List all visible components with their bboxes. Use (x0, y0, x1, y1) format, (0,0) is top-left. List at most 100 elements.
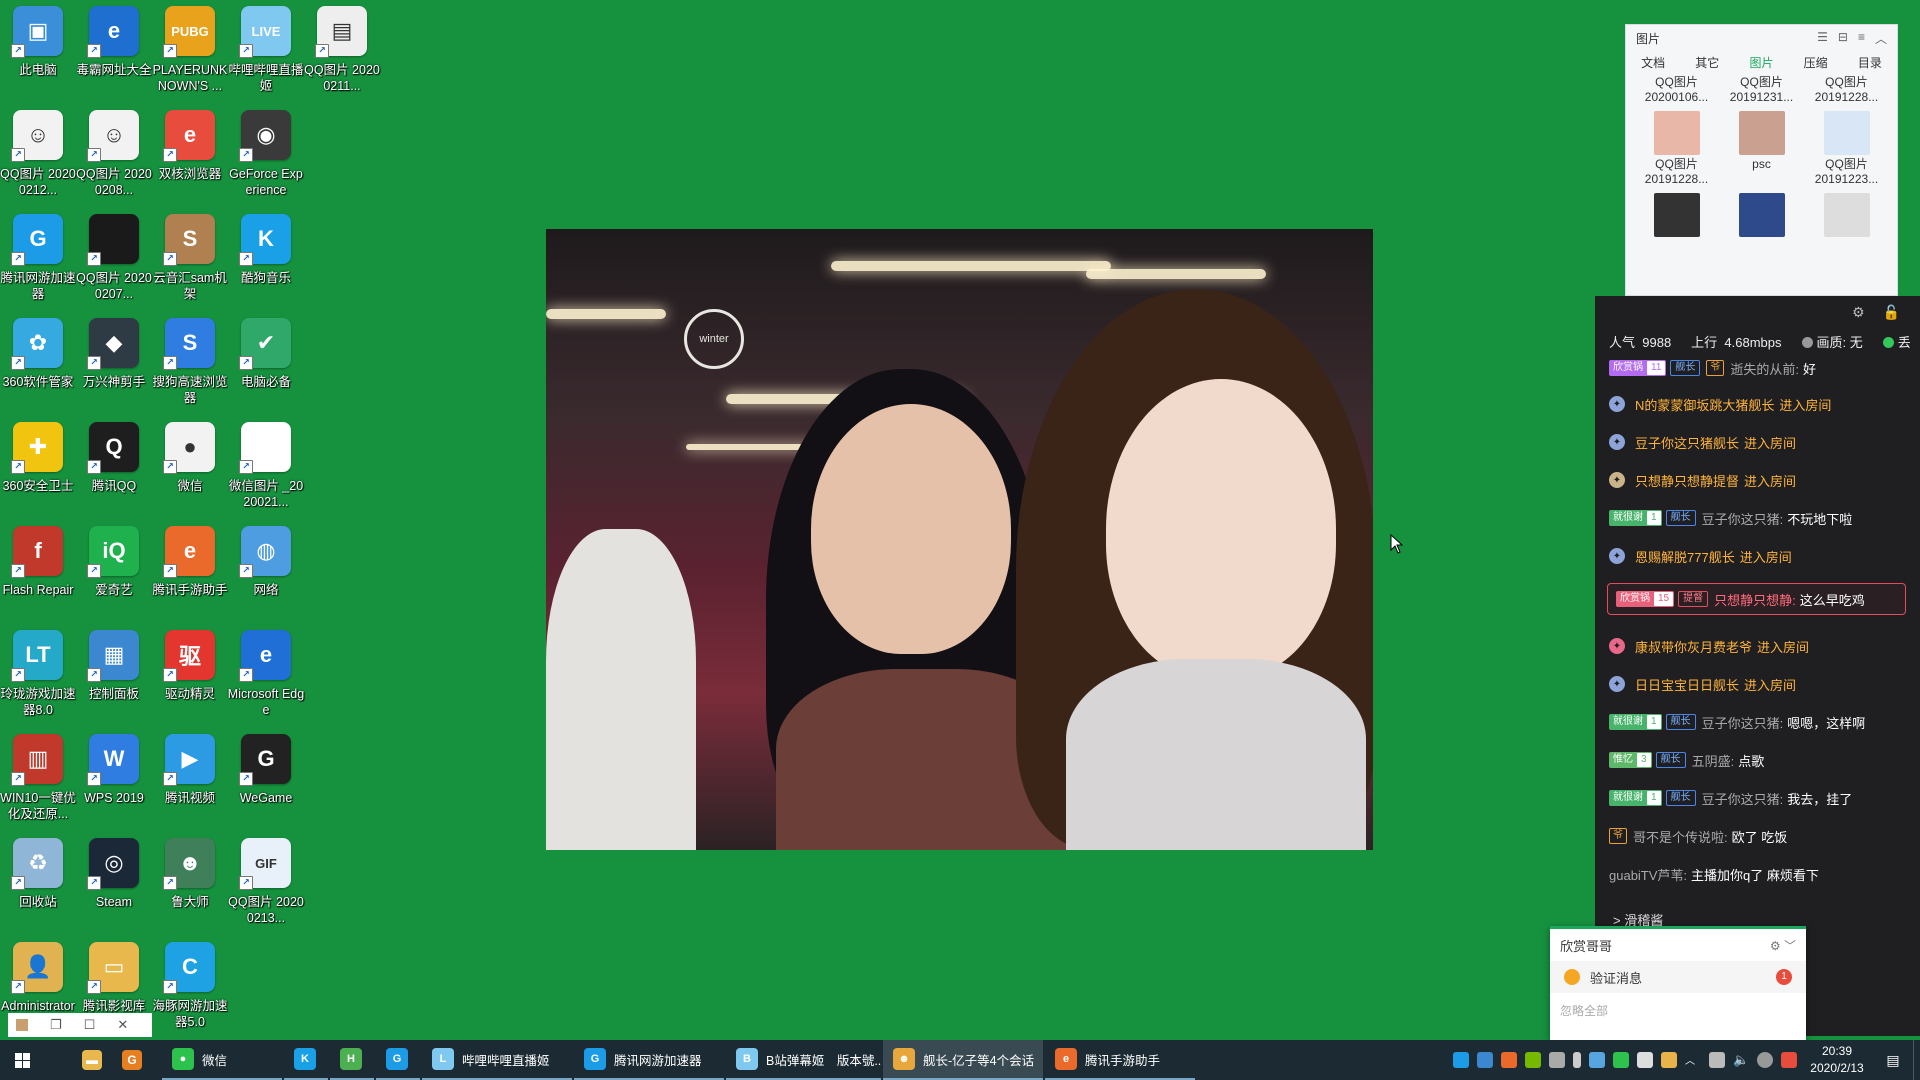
desktop-icon[interactable]: ✿ ↗ 360软件管家 (0, 314, 76, 418)
volume-icon[interactable]: 🔈 (1733, 1052, 1749, 1068)
desktop-icon[interactable]: ◎ ↗ Steam (76, 834, 152, 938)
maximize-button[interactable]: ☐ (84, 1017, 96, 1033)
desktop-icon[interactable]: ▣ ↗ 此电脑 (0, 2, 76, 106)
desktop-icon[interactable]: G ↗ WeGame (228, 730, 304, 834)
desktop-icon[interactable]: ☻ ↗ 鲁大师 (152, 834, 228, 938)
desktop-icon[interactable]: PUBG ↗ PLAYERUNKNOWN'S ... (152, 2, 228, 106)
taskbar-app-button[interactable]: K (284, 1040, 328, 1080)
file-item[interactable]: QQ图片 20191223... (1809, 111, 1885, 187)
tab-4[interactable]: 目录 (1858, 54, 1882, 71)
desktop-icon[interactable]: e ↗ 双核浏览器 (152, 106, 228, 210)
desktop-icon[interactable]: ◍ ↗ 网络 (228, 522, 304, 626)
tab-0[interactable]: 文档 (1641, 54, 1665, 71)
sogou-ime-icon[interactable] (1781, 1052, 1797, 1068)
desktop-icon[interactable]: ✚ ↗ 360安全卫士 (0, 418, 76, 522)
settings-icon[interactable]: ⚙ (1852, 304, 1865, 328)
ignore-all-link[interactable]: 忽略全部 (1560, 1002, 1608, 1019)
desktop-icon-label: 搜狗高速浏览器 (152, 375, 228, 405)
tab-1[interactable]: 其它 (1695, 54, 1719, 71)
collapse-icon[interactable]: ︿ (1875, 30, 1887, 47)
desktop-icon[interactable]: ↗ QQ图片 20200207... (76, 210, 152, 314)
desktop-icon[interactable]: W ↗ WPS 2019 (76, 730, 152, 834)
verification-message-item[interactable]: 验证消息 1 (1550, 961, 1806, 993)
clock[interactable]: 20:39 2020/2/13 (1801, 1043, 1873, 1077)
desktop-icon[interactable]: ↗ 微信图片 _2020021... (228, 418, 304, 522)
guard-icon: ✦ (1609, 434, 1625, 450)
desktop-icon[interactable]: K ↗ 酷狗音乐 (228, 210, 304, 314)
tray-nvidia-icon[interactable] (1525, 1052, 1541, 1068)
desktop-icon[interactable]: 驱 ↗ 驱动精灵 (152, 626, 228, 730)
desktop-icon[interactable]: e ↗ 毒霸网址大全 (76, 2, 152, 106)
tray-wechat-icon[interactable] (1613, 1052, 1629, 1068)
tab-2[interactable]: 图片 (1749, 54, 1773, 71)
taskbar-app-button[interactable]: ● 微信 (162, 1040, 282, 1080)
close-button[interactable]: ✕ (117, 1017, 128, 1033)
taskbar-app-button[interactable]: G 腾讯网游加速器 (574, 1040, 724, 1080)
desktop-icon[interactable]: Q ↗ 腾讯QQ (76, 418, 152, 522)
desktop-icon[interactable]: ◆ ↗ 万兴神剪手 (76, 314, 152, 418)
tray-app-icon[interactable] (1661, 1052, 1677, 1068)
pinned-app-button[interactable]: G (112, 1040, 152, 1080)
desktop-icon[interactable]: ▦ ↗ 控制面板 (76, 626, 152, 730)
desktop-icon[interactable]: ● ↗ 微信 (152, 418, 228, 522)
tray-mobile-game-icon[interactable] (1501, 1052, 1517, 1068)
desktop-icon[interactable]: iQ ↗ 爱奇艺 (76, 522, 152, 626)
desktop-icon[interactable]: GIF ↗ QQ图片 20200213... (228, 834, 304, 938)
start-button[interactable] (0, 1040, 44, 1080)
desktop-icon[interactable]: e ↗ Microsoft Edge (228, 626, 304, 730)
file-item[interactable] (1809, 193, 1885, 239)
tray-app-icon[interactable] (1757, 1052, 1773, 1068)
file-item[interactable]: QQ图片 20200106... (1639, 75, 1715, 105)
user-name: 豆子你这只猪舰长 (1635, 435, 1740, 451)
taskbar-app-button[interactable]: B B站弹幕姬 版本號... (726, 1040, 881, 1080)
desktop-icon[interactable]: S ↗ 搜狗高速浏览器 (152, 314, 228, 418)
desktop-icon[interactable]: ☺ ↗ QQ图片 20200208... (76, 106, 152, 210)
desktop-icon[interactable]: G ↗ 腾讯网游加速器 (0, 210, 76, 314)
tray-app-icon[interactable] (1589, 1052, 1605, 1068)
desktop-icon[interactable]: ▶ ↗ 腾讯视频 (152, 730, 228, 834)
file-item[interactable]: QQ图片 20191231... (1724, 75, 1800, 105)
microphone-icon[interactable] (1573, 1052, 1581, 1068)
lock-icon[interactable]: 🔓 (1883, 304, 1900, 328)
desktop-icon[interactable]: S ↗ 云音汇sam机架 (152, 210, 228, 314)
file-item[interactable] (1724, 193, 1800, 239)
desktop-icon[interactable]: ◉ ↗ GeForce Experience (228, 106, 304, 210)
desktop-icon[interactable]: LIVE ↗ 哔哩哔哩直播姬 (228, 2, 304, 106)
file-item[interactable]: QQ图片 20191228... (1639, 111, 1715, 187)
desktop-icon[interactable]: ☺ ↗ QQ图片 20200212... (0, 106, 76, 210)
desktop-icon[interactable]: ♻ ↗ 回收站 (0, 834, 76, 938)
restore-button[interactable]: ❐ (50, 1017, 62, 1033)
action-center-icon[interactable]: ▤ (1873, 1052, 1913, 1069)
desktop-icon[interactable]: f ↗ Flash Repair (0, 522, 76, 626)
menu-icon[interactable]: ≡ (1858, 30, 1865, 47)
taskbar-app-button[interactable]: H (330, 1040, 374, 1080)
tray-app-icon[interactable] (1477, 1052, 1493, 1068)
taskbar-app-button[interactable]: e 腾讯手游助手 (1045, 1040, 1195, 1080)
show-desktop-button[interactable] (1913, 1040, 1920, 1080)
pinned-app-button[interactable]: ▬ (72, 1040, 112, 1080)
desktop-icon[interactable]: ✔ ↗ 电脑必备 (228, 314, 304, 418)
settings-icon[interactable]: ⚙ (1770, 939, 1781, 953)
taskbar-app-button[interactable]: ☻ 舰长-亿子等4个会话 (883, 1040, 1043, 1080)
file-item[interactable]: QQ图片 20191228... (1809, 75, 1885, 105)
desktop-icon[interactable]: ▥ ↗ WIN10一键优化及还原... (0, 730, 76, 834)
desktop-icon[interactable]: LT ↗ 玲珑游戏加速器8.0 (0, 626, 76, 730)
tencent-accelerator-icon: G ↗ (11, 214, 63, 266)
file-item[interactable] (1639, 193, 1715, 239)
network-icon[interactable] (1709, 1052, 1725, 1068)
lock-icon[interactable]: ⊟ (1838, 30, 1848, 47)
desktop-icon-label: 驱动精灵 (164, 687, 215, 701)
desktop-icon[interactable]: C ↗ 海豚网游加速器5.0 (152, 938, 228, 1042)
tray-app-icon[interactable] (1637, 1052, 1653, 1068)
taskbar-app-button[interactable]: L 哔哩哔哩直播姬 (422, 1040, 572, 1080)
tray-accelerator-icon[interactable] (1453, 1052, 1469, 1068)
tab-3[interactable]: 压缩 (1804, 54, 1828, 71)
desktop-icon[interactable]: e ↗ 腾讯手游助手 (152, 522, 228, 626)
file-item[interactable]: psc (1724, 111, 1800, 187)
list-view-icon[interactable]: ☰ (1817, 30, 1828, 47)
chevron-down-icon[interactable]: ﹀ (1784, 939, 1796, 953)
taskbar-app-button[interactable]: G (376, 1040, 420, 1080)
tray-app-icon[interactable] (1549, 1052, 1565, 1068)
desktop-icon[interactable]: ▤ ↗ QQ图片 20200211... (304, 2, 380, 106)
chevron-up-icon[interactable]: ︿ (1685, 1052, 1701, 1068)
